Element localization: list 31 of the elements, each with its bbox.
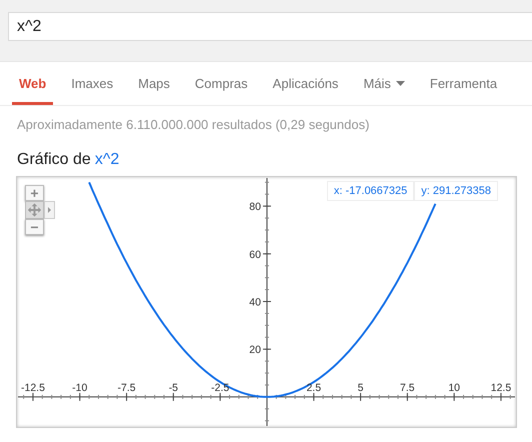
graph-title: Gráfico de — [17, 151, 91, 170]
zoom-in-button[interactable]: + — [25, 185, 44, 201]
result-stats: Aproximadamente 6.110.000.000 resultados (0,29 segundos) — [16, 116, 370, 134]
x-tick-label: -2.5 — [211, 382, 230, 394]
nav-tab[interactable]: Imaxes — [64, 62, 120, 105]
x-tick-label: 12.5 — [490, 382, 512, 394]
x-tick-label: 7.5 — [400, 382, 415, 394]
y-readout: y: 291.273358 — [414, 181, 498, 201]
zoom-out-button[interactable]: − — [25, 219, 44, 235]
x-readout: x: -17.0667325 — [326, 181, 414, 201]
x-tick-label: 2.5 — [306, 382, 322, 394]
nav-tab[interactable]: Aplicacións — [266, 62, 346, 105]
x-tick-label: -12.5 — [21, 382, 45, 394]
x-tick-label: -10 — [72, 382, 88, 394]
nav-tab[interactable]: Web — [12, 62, 54, 105]
y-tick-label: 40 — [249, 296, 261, 309]
nav-tab[interactable]: Máis — [356, 62, 412, 105]
y-tick-label: 80 — [249, 201, 261, 214]
nav-tab[interactable]: Compras — [188, 62, 255, 105]
x-tick-label: -7.5 — [118, 382, 136, 394]
pan-icon[interactable] — [25, 201, 44, 219]
nav-tab[interactable]: Maps — [131, 62, 177, 105]
search-field[interactable]: x^2 — [8, 12, 532, 41]
y-tick-label: 60 — [249, 248, 261, 261]
x-tick-label: 5 — [358, 382, 364, 394]
x-tick-label: -5 — [168, 382, 178, 394]
y-tick-label: 20 — [249, 344, 261, 356]
query-link[interactable]: x^2 — [94, 151, 120, 176]
nav-tab[interactable]: Ferramenta — [422, 62, 498, 105]
caret-icon — [396, 81, 405, 86]
x-tick-label: 10 — [448, 382, 460, 394]
